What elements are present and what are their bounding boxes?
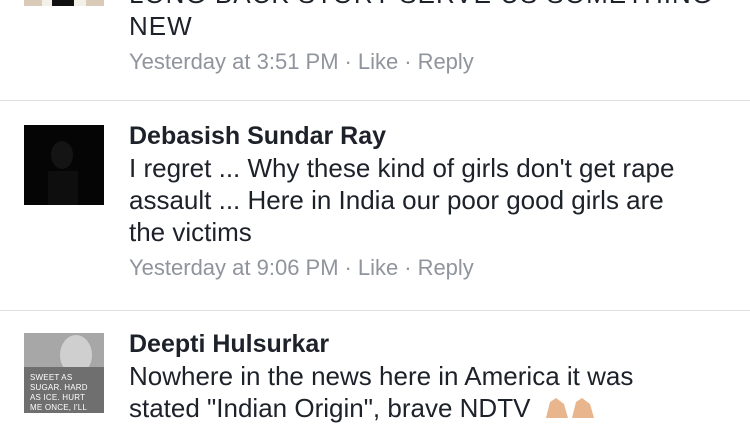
comment-meta: Yesterday at 9:06 PM · Like · Reply <box>129 254 730 282</box>
divider <box>0 100 750 101</box>
avatar-quote: SWEET AS SUGAR. HARD AS ICE. HURT ME ONC… <box>30 373 88 412</box>
comment-text: I regret ... Why these kind of girls don… <box>129 153 675 247</box>
comment-meta: Yesterday at 3:51 PM · Like · Reply <box>129 48 730 76</box>
like-link[interactable]: Like <box>358 48 398 76</box>
reply-link[interactable]: Reply <box>418 254 474 282</box>
person-photo-icon <box>24 0 104 6</box>
divider <box>0 310 750 311</box>
reply-link[interactable]: Reply <box>418 48 474 76</box>
comment-text: LONG BACK STORY SERVE US SOMETHING NEW <box>129 0 712 41</box>
comment-text: Nowhere in the news here in America it w… <box>129 360 704 427</box>
separator-dot: · <box>344 49 352 74</box>
avatar[interactable] <box>24 0 104 6</box>
clapping-hands-icon <box>542 394 598 427</box>
separator-dot: · <box>344 255 352 280</box>
avatar[interactable] <box>24 125 104 205</box>
separator-dot: · <box>404 255 412 280</box>
comment-author[interactable]: Deepti Hulsurkar <box>129 328 730 360</box>
person-photo-icon <box>24 125 104 205</box>
like-link[interactable]: Like <box>358 254 398 282</box>
separator-dot: · <box>404 49 412 74</box>
comment-timestamp[interactable]: Yesterday at 3:51 PM <box>129 48 339 76</box>
avatar[interactable]: SWEET AS SUGAR. HARD AS ICE. HURT ME ONC… <box>24 333 104 413</box>
comment-timestamp[interactable]: Yesterday at 9:06 PM <box>129 254 339 282</box>
comment-author[interactable]: Debasish Sundar Ray <box>129 120 730 152</box>
